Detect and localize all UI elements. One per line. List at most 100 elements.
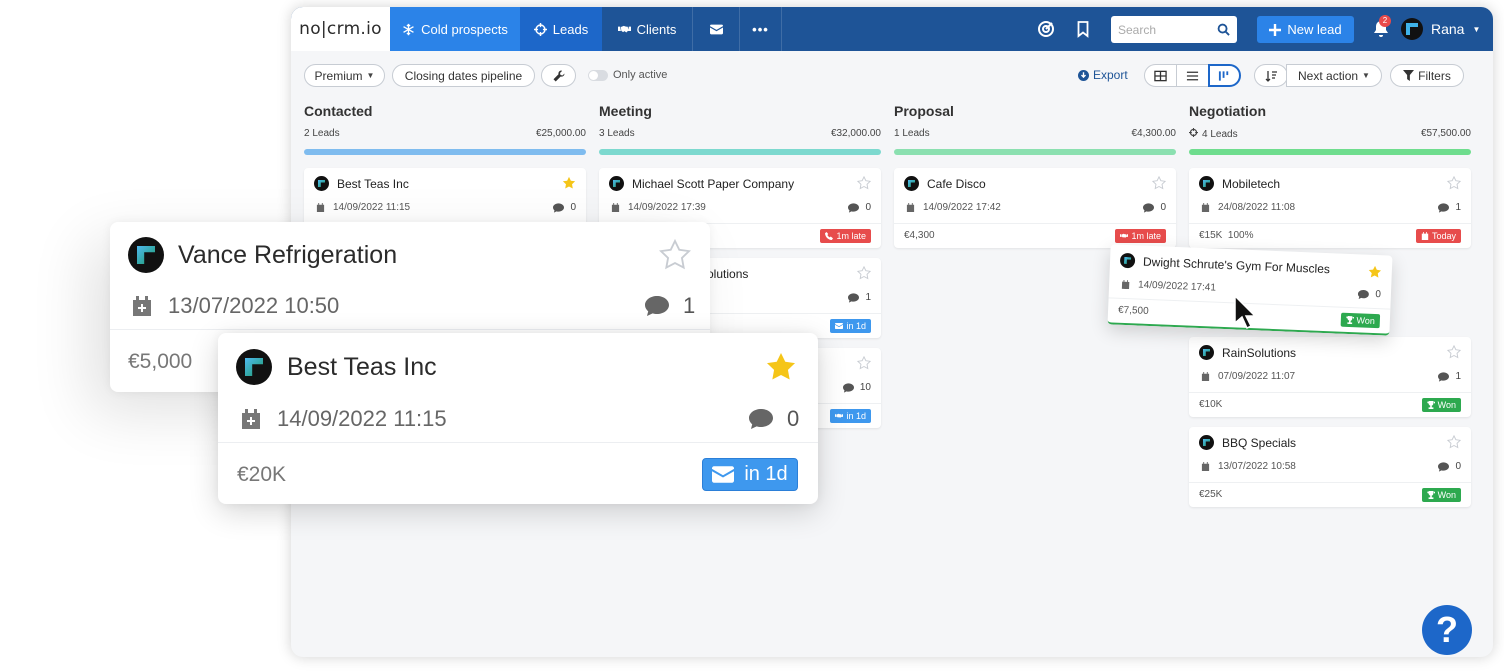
star-outline-icon[interactable] [1152,176,1166,190]
calendar-icon [1201,203,1210,212]
handshake-icon [617,25,631,33]
comment-count: 1 [1455,202,1461,213]
star-filled-icon[interactable] [765,351,797,383]
star-outline-icon[interactable] [1447,435,1461,449]
new-lead-label: New lead [1287,22,1342,37]
comment-count: 0 [1375,289,1382,301]
status-badge: 1m late [820,229,871,243]
comment-count: 1 [865,292,871,303]
star-outline-icon[interactable] [659,239,691,271]
lead-comments: 0 [553,202,576,213]
bookmark-icon[interactable] [1074,20,1092,38]
calendar-plus-icon [242,409,260,429]
badge-text: in 1d [744,463,788,485]
lead-name: Vance Refrigeration [178,241,398,269]
settings-button[interactable] [541,64,576,87]
tab-cold-prospects[interactable]: Cold prospects [390,7,520,51]
crosshair-icon [1189,128,1198,137]
user-menu[interactable]: Rana ▼ [1401,18,1480,40]
list-view-button[interactable] [1176,64,1209,87]
next-action-label: Next action [1298,68,1359,83]
chevron-down-icon: ▼ [366,71,375,80]
envelope-icon [709,24,723,34]
calendar-icon [1201,372,1210,381]
lead-amount: €7,500 [1117,304,1149,317]
star-outline-icon[interactable] [857,266,871,280]
crosshair-icon [533,22,547,36]
export-link[interactable]: Export [1078,68,1128,82]
star-outline-icon[interactable] [1447,176,1461,190]
top-navbar: no|crm.io Cold prospects Leads Clients •… [291,7,1493,51]
star-outline-icon[interactable] [857,176,871,190]
zoomed-lead-card[interactable]: Best Teas Inc 14/09/2022 11:15 0 €20K in… [218,333,818,504]
lead-date-text: 07/09/2022 11:07 [1218,371,1296,382]
calendar-icon [1121,279,1130,290]
badge-text: 1m late [1131,231,1161,241]
lead-comments: 0 [1143,202,1166,213]
target-icon[interactable] [1037,20,1055,38]
column-header-negotiation: Negotiation 4 Leads €57,500.00 [1189,103,1471,155]
brand-logo[interactable]: no|crm.io [291,7,390,51]
tab-more[interactable]: ••• [740,7,782,51]
lead-date-text: 13/07/2022 10:58 [1218,461,1296,472]
sort-button[interactable] [1254,64,1288,87]
star-filled-icon[interactable] [562,176,576,190]
help-button[interactable]: ? [1422,605,1472,655]
tab-leads[interactable]: Leads [520,7,602,51]
mouse-pointer-icon [1234,295,1257,329]
lead-amount: €5,000 [128,350,193,373]
lead-card[interactable]: RainSolutions 07/09/2022 11:07 1 €10K Wo… [1189,337,1471,417]
lead-name: BBQ Specials [1222,436,1297,450]
status-badge: in 1d [702,458,798,491]
badge-text: Won [1437,400,1456,410]
calendar-icon [906,203,915,212]
handshake-icon [1120,233,1129,238]
premium-dropdown[interactable]: Premium ▼ [304,64,385,87]
notification-badge: 2 [1379,15,1391,27]
table-view-button[interactable] [1144,64,1177,87]
tab-clients[interactable]: Clients [602,7,693,51]
status-badge: in 1d [830,409,871,423]
pipeline-label: Closing dates pipeline [404,68,523,83]
comment-icon [1438,371,1450,382]
filters-button[interactable]: Filters [1390,64,1464,87]
only-active-toggle[interactable] [588,70,608,81]
snowflake-icon [403,23,414,35]
export-label: Export [1093,68,1128,82]
chevron-down-icon: ▼ [1362,71,1370,80]
column-count-text: 4 Leads [1202,129,1238,140]
lead-date-text: 14/09/2022 11:15 [277,406,447,431]
lead-comments: 1 [1438,371,1461,382]
phone-icon [825,232,834,240]
next-action-dropdown[interactable]: Next action ▼ [1286,64,1382,87]
calendar-icon [316,203,325,212]
lead-card[interactable]: BBQ Specials 13/07/2022 10:58 0 €25K Won [1189,427,1471,507]
comment-count: 0 [865,202,871,213]
new-lead-button[interactable]: New lead [1257,16,1354,43]
tab-leads-label: Leads [552,21,589,37]
star-outline-icon[interactable] [1447,345,1461,359]
pipeline-view-button[interactable] [1208,64,1241,87]
star-filled-icon[interactable] [1368,265,1383,280]
status-badge: in 1d [830,319,871,333]
badge-text: in 1d [846,321,866,331]
badge-text: Won [1437,490,1456,500]
star-outline-icon[interactable] [857,356,871,370]
company-logo-icon [1199,435,1214,450]
lead-name: Cafe Disco [927,177,986,191]
trophy-icon [1345,315,1354,325]
lead-date: 14/09/2022 11:15 [316,202,410,213]
search-field[interactable] [1111,16,1237,43]
lead-card[interactable]: Cafe Disco 14/09/2022 17:42 0 €4,300 1m … [894,168,1176,248]
lead-comments: 10 [842,382,871,393]
column-count: 3 Leads [599,128,635,139]
handshake-icon [835,413,844,418]
pipeline-selector[interactable]: Closing dates pipeline [392,64,535,87]
tab-mail[interactable] [693,7,740,51]
search-input[interactable] [1118,22,1212,37]
lead-name: RainSolutions [1222,346,1297,360]
lead-card[interactable]: Mobiletech 24/08/2022 11:08 1 €15K 100% … [1189,168,1471,248]
premium-label: Premium [314,68,363,83]
lead-amount: €20K [237,463,287,486]
lead-date-text: 14/09/2022 11:15 [333,202,411,213]
